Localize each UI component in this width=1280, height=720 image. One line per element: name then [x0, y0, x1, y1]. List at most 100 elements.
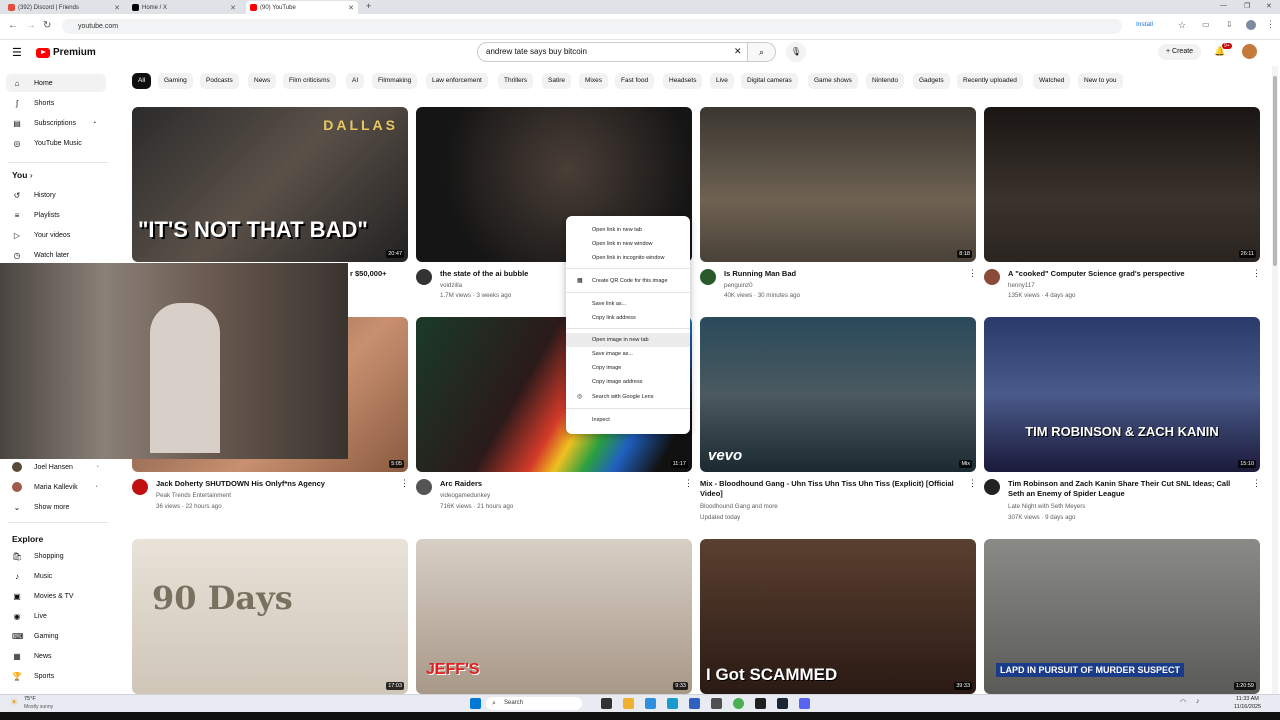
menu-item-inspect[interactable]: Inspect [592, 417, 610, 423]
chip[interactable]: Fast food [615, 73, 655, 89]
menu-item-copy-image-address[interactable]: Copy image address [592, 379, 642, 385]
video-thumbnail[interactable]: JEFF'S 9:33 [416, 539, 692, 694]
menu-item-create-qr[interactable]: Create QR Code for this image [592, 278, 668, 284]
minimize-icon[interactable]: — [1220, 2, 1227, 9]
voice-search-button[interactable]: 🎙 [786, 42, 806, 62]
channel-name[interactable]: videogamedunkey [440, 492, 490, 499]
menu-item-copy-image[interactable]: Copy image [592, 365, 621, 371]
sidebar-item-movies[interactable]: ▣ Movies & TV [6, 587, 106, 605]
back-icon[interactable]: ← [8, 20, 18, 31]
video-thumbnail[interactable]: DALLAS "IT'S NOT THAT BAD" 20:47 [132, 107, 408, 262]
channel-name[interactable]: henny117 [1008, 282, 1035, 289]
discord-icon[interactable] [799, 698, 810, 709]
chip[interactable]: Game shows [808, 73, 858, 89]
menu-item-open-image-new-tab[interactable]: Open image in new tab [592, 337, 649, 343]
video-thumbnail[interactable]: 8:18 [700, 107, 976, 262]
close-icon[interactable]: ✕ [114, 4, 120, 12]
install-button[interactable]: Install [1136, 21, 1153, 28]
menu-item-save-link[interactable]: Save link as... [592, 301, 626, 307]
video-title[interactable]: Arc Raiders [440, 479, 680, 489]
more-options-icon[interactable]: ⋮ [968, 478, 977, 489]
video-title[interactable]: r $50,000+ [350, 269, 406, 279]
sidebar-item-subscription[interactable]: Joel Hansen • [6, 458, 106, 476]
chip[interactable]: Recently uploaded [957, 73, 1023, 89]
video-thumbnail[interactable]: LAPD IN PURSUIT OF MURDER SUSPECT 1:20:5… [984, 539, 1260, 694]
sidebar-item-gaming[interactable]: ⌨ Gaming [6, 627, 106, 645]
channel-name[interactable]: Late Night with Seth Meyers [1008, 503, 1085, 510]
clear-search-icon[interactable]: ✕ [734, 46, 742, 57]
video-title[interactable]: Tim Robinson and Zach Kanin Share Their … [1008, 479, 1248, 499]
channel-name[interactable]: penguinz0 [724, 282, 753, 289]
close-window-icon[interactable]: ✕ [1266, 2, 1272, 10]
sidebar-item-youtube-music[interactable]: ◎ YouTube Music [6, 134, 106, 152]
maximize-icon[interactable]: ❐ [1244, 2, 1250, 10]
clock-time[interactable]: 11:33 AM [1236, 696, 1259, 702]
channel-avatar[interactable] [416, 479, 432, 495]
tab-youtube[interactable]: (90) YouTube ✕ [246, 1, 358, 14]
video-thumbnail[interactable]: 26:11 [984, 107, 1260, 262]
channel-avatar[interactable] [132, 479, 148, 495]
chip[interactable]: Live [710, 73, 734, 89]
chip[interactable]: Podcasts [200, 73, 239, 89]
chip[interactable]: Law enforcement [426, 73, 488, 89]
forward-icon[interactable]: → [26, 20, 36, 31]
channel-name[interactable]: Bloodhound Gang and more [700, 503, 778, 510]
sidebar-item-sports[interactable]: 🏆 Sports [6, 667, 106, 685]
menu-item-copy-link[interactable]: Copy link address [592, 315, 636, 321]
sidebar-item-news[interactable]: ▦ News [6, 647, 106, 665]
scrollbar[interactable] [1272, 66, 1278, 694]
menu-item-open-link-incognito[interactable]: Open link in incognito window [592, 255, 664, 261]
more-options-icon[interactable]: ⋮ [1252, 478, 1261, 489]
chip[interactable]: Satire [542, 73, 571, 89]
chip[interactable]: Headsets [663, 73, 703, 89]
sidebar-item-history[interactable]: ↺ History [6, 186, 106, 204]
close-icon[interactable]: ✕ [230, 4, 236, 12]
sidebar-item-subscription[interactable]: Maria Kallevik • [6, 478, 106, 496]
reload-icon[interactable]: ↻ [43, 20, 51, 31]
video-title[interactable]: Mix - Bloodhound Gang - Uhn Tiss Uhn Tis… [700, 479, 958, 499]
sidebar-item-your-videos[interactable]: ▷ Your videos [6, 226, 106, 244]
task-view-icon[interactable] [601, 698, 612, 709]
obs-icon[interactable] [755, 698, 766, 709]
video-thumbnail[interactable]: TIM ROBINSON & ZACH KANIN 15:10 [984, 317, 1260, 472]
video-title[interactable]: Jack Doherty SHUTDOWN His Onlyf*ns Agenc… [156, 479, 396, 489]
video-thumbnail[interactable]: I Got SCAMMED 39:33 [700, 539, 976, 694]
chip-all[interactable]: All [132, 73, 152, 89]
chip[interactable]: Digital cameras [741, 73, 798, 89]
steam-icon[interactable] [777, 698, 788, 709]
chip[interactable]: Watched [1033, 73, 1071, 89]
sidebar-item-home[interactable]: ⌂ Home [6, 74, 106, 92]
sidebar-item-shopping[interactable]: 🛍 Shopping [6, 547, 106, 565]
channel-avatar[interactable] [984, 269, 1000, 285]
chip[interactable]: Film criticisms [283, 73, 336, 89]
chip[interactable]: Nintendo [866, 73, 905, 89]
more-options-icon[interactable]: ⋮ [684, 478, 693, 489]
channel-name[interactable]: voidzilla [440, 282, 462, 289]
sidebar-item-watch-later[interactable]: ◷ Watch later [6, 246, 106, 264]
channel-name[interactable]: Peak Trends Entertainment [156, 492, 231, 499]
mail-icon[interactable] [689, 698, 700, 709]
more-options-icon[interactable]: ⋮ [400, 478, 409, 489]
profile-icon[interactable] [1246, 20, 1256, 30]
hamburger-menu-icon[interactable]: ☰ [12, 46, 22, 59]
video-thumbnail[interactable]: 90 Days 17:03 [132, 539, 408, 694]
search-input[interactable]: andrew tate says buy bitcoin [477, 42, 748, 62]
file-explorer-icon[interactable] [623, 698, 634, 709]
sidebar-item-subscriptions[interactable]: ▤ Subscriptions • [6, 114, 106, 132]
sidebar-item-live[interactable]: ◉ Live [6, 607, 106, 625]
tab-search-icon[interactable]: ▭ [1202, 20, 1210, 29]
more-options-icon[interactable]: ⋮ [1252, 268, 1261, 279]
channel-avatar[interactable] [984, 479, 1000, 495]
chip[interactable]: Gadgets [913, 73, 950, 89]
store-icon[interactable] [711, 698, 722, 709]
sidebar-item-playlists[interactable]: ≡ Playlists [6, 206, 106, 224]
menu-item-search-google-lens[interactable]: Search with Google Lens [592, 394, 653, 400]
scrollbar-thumb[interactable] [1273, 76, 1277, 266]
edge-icon[interactable] [667, 698, 678, 709]
chip[interactable]: Mixes [579, 73, 608, 89]
wifi-icon[interactable]: ◠ [1180, 698, 1186, 706]
download-icon[interactable]: ⇩ [1226, 20, 1233, 29]
create-button[interactable]: + Create [1158, 44, 1202, 60]
chip[interactable]: AI [346, 73, 365, 89]
url-field[interactable]: youtube.com [62, 19, 1122, 34]
